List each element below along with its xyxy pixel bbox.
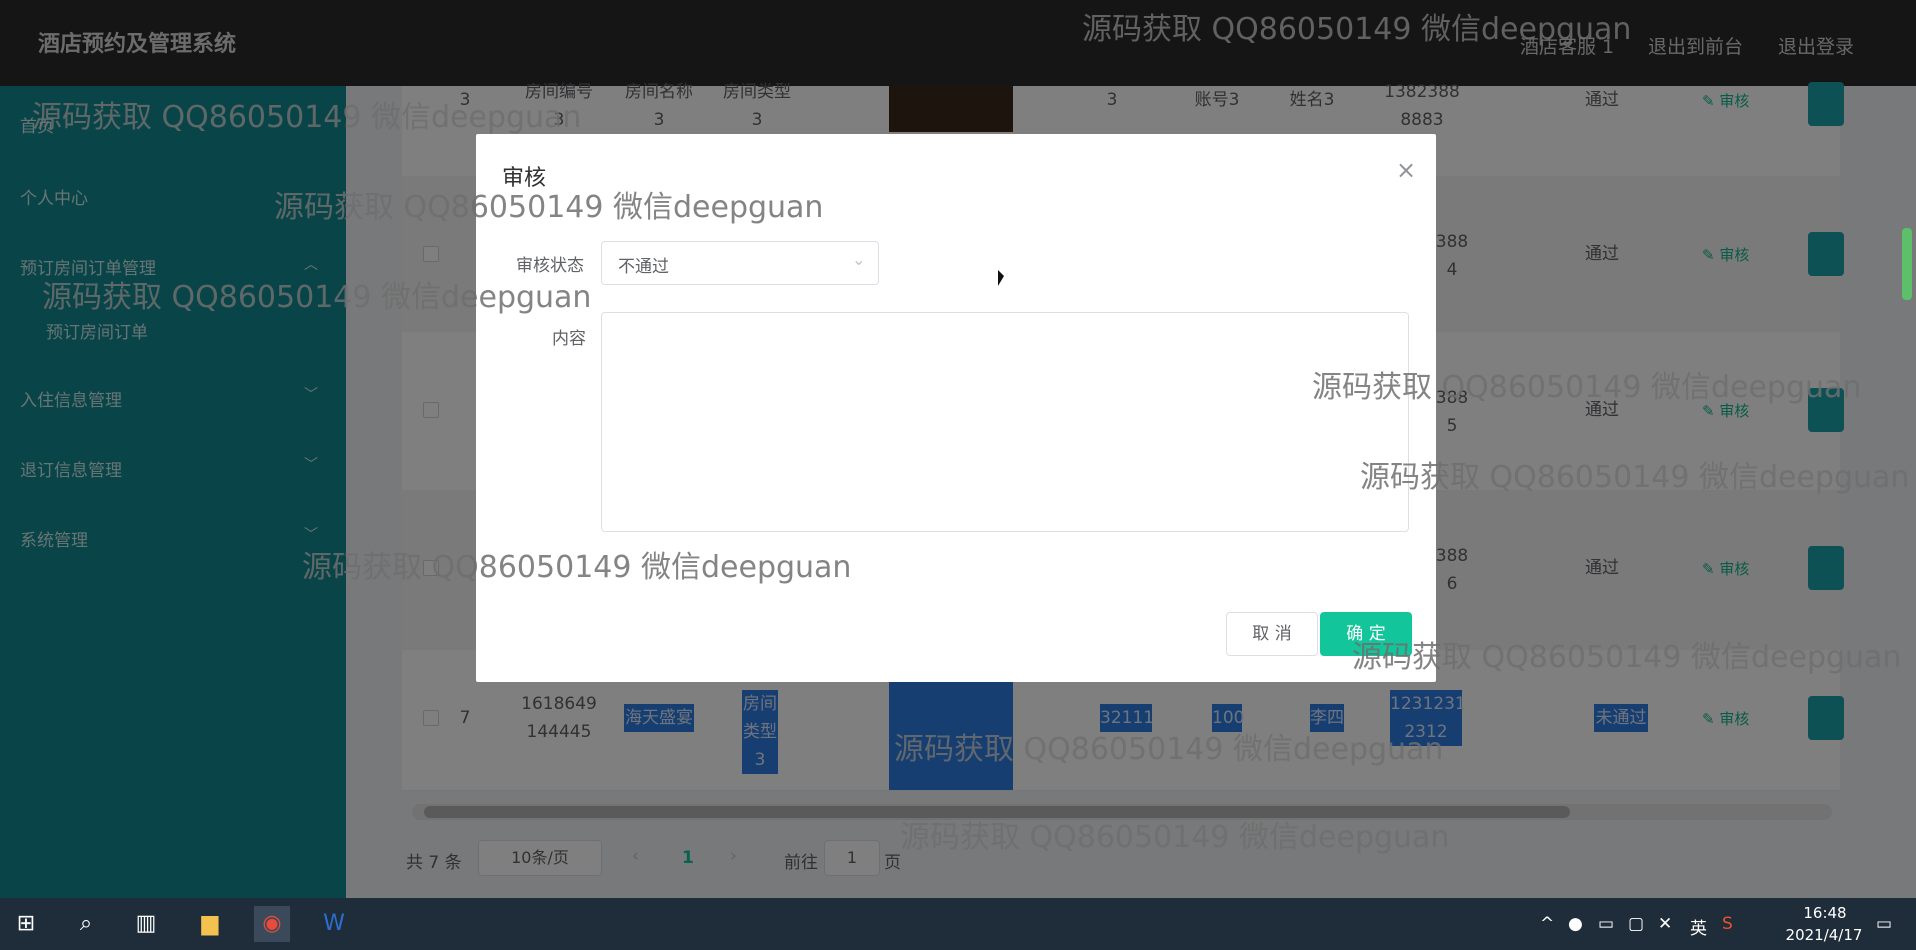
watermark: 源码获取 QQ86050149 微信deepguan bbox=[894, 732, 1444, 767]
mouse-cursor bbox=[998, 270, 1004, 286]
close-icon[interactable]: × bbox=[1396, 156, 1416, 184]
vertical-scrollbar-thumb[interactable] bbox=[1902, 228, 1912, 300]
battery-icon[interactable]: ▭ bbox=[1598, 914, 1614, 934]
notifications-icon[interactable]: ▭ bbox=[1876, 914, 1892, 934]
network-icon[interactable]: ▢ bbox=[1628, 914, 1644, 934]
word-icon[interactable]: W bbox=[316, 906, 352, 942]
clock-time[interactable]: 16:48 bbox=[1784, 904, 1866, 922]
watermark: 源码获取 QQ86050149 微信deepguan bbox=[274, 190, 824, 225]
qq-icon[interactable]: ● bbox=[1568, 914, 1583, 934]
status-select-value: 不通过 bbox=[618, 257, 669, 277]
watermark: 源码获取 QQ86050149 微信deepguan bbox=[1352, 640, 1902, 675]
watermark: 源码获取 QQ86050149 微信deepguan bbox=[900, 820, 1450, 855]
watermark: 源码获取 QQ86050149 微信deepguan bbox=[1082, 12, 1632, 47]
search-icon[interactable]: ⌕ bbox=[68, 906, 104, 942]
task-view-icon[interactable]: ▥ bbox=[128, 906, 164, 942]
cancel-button[interactable]: 取 消 bbox=[1226, 612, 1318, 656]
watermark: 源码获取 QQ86050149 微信deepguan bbox=[32, 100, 582, 135]
volume-muted-icon[interactable]: ✕ bbox=[1658, 914, 1672, 934]
watermark: 源码获取 QQ86050149 微信deepguan bbox=[302, 550, 852, 585]
windows-start-icon[interactable]: ⊞ bbox=[8, 906, 44, 942]
chevron-down-icon: ⌄ bbox=[852, 250, 866, 269]
chrome-icon[interactable]: ◉ bbox=[254, 906, 290, 942]
content-textarea[interactable] bbox=[601, 312, 1409, 532]
content-label: 内容 bbox=[552, 329, 586, 349]
status-select[interactable]: 不通过 ⌄ bbox=[601, 241, 879, 285]
watermark: 源码获取 QQ86050149 微信deepguan bbox=[1360, 460, 1910, 495]
watermark: 源码获取 QQ86050149 微信deepguan bbox=[42, 280, 592, 315]
sogou-icon[interactable]: S bbox=[1722, 914, 1733, 934]
taskbar: ⊞ ⌕ ▥ ▆ ◉ W ^ ● ▭ ▢ ✕ 英 S 16:48 2021/4/1… bbox=[0, 898, 1916, 950]
ime-indicator[interactable]: 英 bbox=[1690, 914, 1707, 939]
file-explorer-icon[interactable]: ▆ bbox=[192, 906, 228, 942]
clock-date[interactable]: 2021/4/17 bbox=[1766, 926, 1882, 944]
watermark: 源码获取 QQ86050149 微信deepguan bbox=[1312, 370, 1862, 405]
tray-expand-icon[interactable]: ^ bbox=[1540, 914, 1554, 934]
